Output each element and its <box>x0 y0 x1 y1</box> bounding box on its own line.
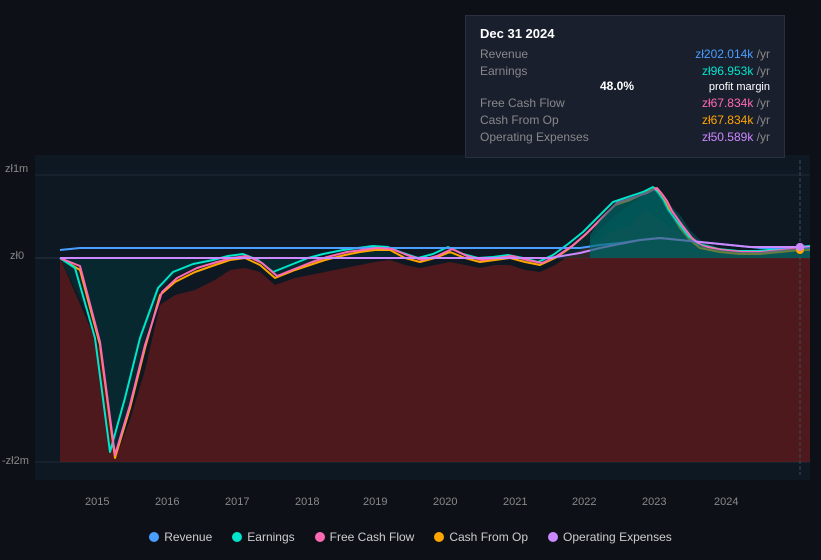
x-label-2019: 2019 <box>363 496 387 508</box>
x-label-2016: 2016 <box>155 496 179 508</box>
legend-item-revenue[interactable]: Revenue <box>149 530 212 544</box>
chart-container: zł1m zł0 -zł2m 2015 2016 2017 2018 2019 … <box>0 0 821 560</box>
legend-label-revenue: Revenue <box>164 530 212 544</box>
legend-dot-cashfromop <box>434 532 444 542</box>
tooltip-label-revenue: Revenue <box>480 47 600 61</box>
x-label-2023: 2023 <box>642 496 666 508</box>
legend-dot-earnings <box>232 532 242 542</box>
legend-item-opex[interactable]: Operating Expenses <box>548 530 672 544</box>
y-label-1m: zł1m <box>5 163 28 175</box>
tooltip-row-earnings: Earnings zł96.953k /yr <box>480 64 770 78</box>
tooltip-value-cashfromop: zł67.834k /yr <box>702 113 770 127</box>
tooltip-row-cashfromop: Cash From Op zł67.834k /yr <box>480 113 770 127</box>
legend-dot-revenue <box>149 532 159 542</box>
tooltip-value-opex: zł50.589k /yr <box>702 130 770 144</box>
legend-label-cashfromop: Cash From Op <box>449 530 528 544</box>
x-label-2017: 2017 <box>225 496 249 508</box>
legend-label-opex: Operating Expenses <box>563 530 672 544</box>
legend-item-earnings[interactable]: Earnings <box>232 530 294 544</box>
tooltip-row-opex: Operating Expenses zł50.589k /yr <box>480 130 770 144</box>
tooltip-margin-value: 48.0% <box>600 79 634 93</box>
legend-label-earnings: Earnings <box>247 530 294 544</box>
legend-item-cashfromop[interactable]: Cash From Op <box>434 530 528 544</box>
tooltip-label-opex: Operating Expenses <box>480 130 600 144</box>
tooltip-row-margin: 48.0% profit margin <box>600 79 770 93</box>
tooltip-label-fcf: Free Cash Flow <box>480 96 600 110</box>
y-label-neg2m: -zł2m <box>2 455 29 467</box>
x-label-2021: 2021 <box>503 496 527 508</box>
x-label-2024: 2024 <box>714 496 738 508</box>
tooltip-date: Dec 31 2024 <box>480 26 770 41</box>
tooltip-label-cashfromop: Cash From Op <box>480 113 600 127</box>
legend-dot-opex <box>548 532 558 542</box>
tooltip-value-earnings: zł96.953k /yr <box>702 64 770 78</box>
x-label-2020: 2020 <box>433 496 457 508</box>
tooltip-row-revenue: Revenue zł202.014k /yr <box>480 47 770 61</box>
tooltip-label-earnings: Earnings <box>480 64 600 78</box>
tooltip-box: Dec 31 2024 Revenue zł202.014k /yr Earni… <box>465 15 785 158</box>
x-label-2015: 2015 <box>85 496 109 508</box>
y-label-0: zł0 <box>10 250 24 262</box>
tooltip-margin-label: profit margin <box>709 81 770 93</box>
legend-dot-fcf <box>315 532 325 542</box>
tooltip-value-revenue: zł202.014k /yr <box>695 47 770 61</box>
legend-label-fcf: Free Cash Flow <box>330 530 415 544</box>
legend-item-fcf[interactable]: Free Cash Flow <box>315 530 415 544</box>
tooltip-row-fcf: Free Cash Flow zł67.834k /yr <box>480 96 770 110</box>
chart-legend: Revenue Earnings Free Cash Flow Cash Fro… <box>0 530 821 544</box>
tooltip-value-fcf: zł67.834k /yr <box>702 96 770 110</box>
x-label-2018: 2018 <box>295 496 319 508</box>
x-label-2022: 2022 <box>572 496 596 508</box>
